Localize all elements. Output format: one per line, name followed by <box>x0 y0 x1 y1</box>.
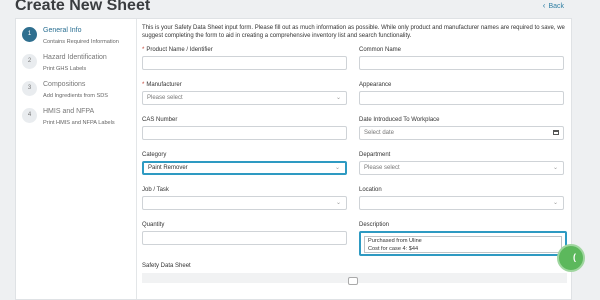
department-select[interactable]: Please select ⌄ <box>359 161 564 175</box>
step-title: Hazard Identification <box>43 54 107 61</box>
chat-icon: ( <box>573 252 576 262</box>
chat-button[interactable] <box>557 244 585 272</box>
department-label: Department <box>359 152 391 158</box>
date-introduced-label: Date Introduced To Workplace <box>359 117 440 123</box>
safety-data-sheet-label: Safety Data Sheet <box>142 263 191 269</box>
chevron-down-icon: ⌄ <box>552 200 558 206</box>
category-label: Category <box>142 152 167 158</box>
category-field: Category Paint Remover ⌄ <box>142 152 347 175</box>
step-subtitle: Contains Required Information <box>43 39 119 45</box>
chevron-down-icon: ⌄ <box>334 165 340 171</box>
product-name-input[interactable] <box>142 56 347 70</box>
job-task-field: Job / Task ⌄ <box>142 187 347 210</box>
department-field: Department Please select ⌄ <box>359 152 564 175</box>
step-title: Compositions <box>43 81 86 88</box>
cas-number-input[interactable] <box>142 126 347 140</box>
step-number: 1 <box>22 27 37 42</box>
category-select[interactable]: Paint Remover ⌄ <box>142 161 347 175</box>
step-compositions[interactable]: 3 Compositions Add Ingredients from SDS <box>22 81 134 105</box>
page-title: Create New Sheet <box>15 0 151 14</box>
calendar-icon[interactable] <box>553 130 559 135</box>
step-number: 3 <box>22 81 37 96</box>
step-hazard-identification[interactable]: 2 Hazard Identification Print GHS Labels <box>22 54 134 78</box>
description-line-2: Cost for case 4: $44 <box>368 245 419 252</box>
form-card: 1 General Info Contains Required Informa… <box>15 18 585 300</box>
step-subtitle: Print HMIS and NFPA Labels <box>43 120 115 126</box>
manufacturer-placeholder: Please select <box>147 95 183 101</box>
step-number: 2 <box>22 54 37 69</box>
location-select[interactable]: ⌄ <box>359 196 564 210</box>
step-subtitle: Add Ingredients from SDS <box>43 93 108 99</box>
date-introduced-field: Date Introduced To Workplace Select date <box>359 117 564 140</box>
step-hmis-nfpa[interactable]: 4 HMIS and NFPA Print HMIS and NFPA Labe… <box>22 108 134 132</box>
step-general-info[interactable]: 1 General Info Contains Required Informa… <box>22 27 134 51</box>
quantity-input[interactable] <box>142 231 347 245</box>
quantity-field: Quantity <box>142 222 347 245</box>
common-name-input[interactable] <box>359 56 564 70</box>
cas-number-field: CAS Number <box>142 117 347 140</box>
common-name-field: Common Name <box>359 47 564 70</box>
job-task-select[interactable]: ⌄ <box>142 196 347 210</box>
manufacturer-field: * Manufacturer Please select ⌄ <box>142 82 347 105</box>
sds-form: This is your Safety Data Sheet input for… <box>142 19 567 299</box>
job-task-label: Job / Task <box>142 187 169 193</box>
steps-sidebar: 1 General Info Contains Required Informa… <box>16 19 137 299</box>
common-name-label: Common Name <box>359 47 402 53</box>
back-link[interactable]: ‹ Back <box>543 1 564 10</box>
chevron-down-icon: ⌄ <box>335 95 341 101</box>
upload-handle[interactable] <box>348 277 358 285</box>
product-name-label: Product Name / Identifier <box>146 47 213 53</box>
appearance-field: Appearance <box>359 82 564 105</box>
chevron-down-icon: ⌄ <box>335 200 341 206</box>
location-label: Location <box>359 187 382 193</box>
step-title: HMIS and NFPA <box>43 108 95 115</box>
location-field: Location ⌄ <box>359 187 564 210</box>
appearance-input[interactable] <box>359 91 564 105</box>
step-number: 4 <box>22 108 37 123</box>
description-label: Description <box>359 222 390 228</box>
description-line-1: Purchased from Uline <box>368 238 422 244</box>
back-label: Back <box>548 3 564 10</box>
manufacturer-label: Manufacturer <box>146 82 182 88</box>
chevron-left-icon: ‹ <box>542 1 546 10</box>
category-value: Paint Remover <box>148 165 188 171</box>
description-field: Description Purchased from Uline Cost fo… <box>359 222 567 256</box>
product-name-field: * Product Name / Identifier <box>142 47 347 70</box>
form-intro: This is your Safety Data Sheet input for… <box>142 25 565 39</box>
date-placeholder: Select date <box>364 130 395 136</box>
manufacturer-select[interactable]: Please select ⌄ <box>142 91 347 105</box>
step-subtitle: Print GHS Labels <box>43 66 87 72</box>
cas-number-label: CAS Number <box>142 117 178 123</box>
step-title: General Info <box>43 27 82 34</box>
chevron-down-icon: ⌄ <box>552 165 558 171</box>
appearance-label: Appearance <box>359 82 392 88</box>
department-placeholder: Please select <box>364 165 400 171</box>
description-textarea[interactable]: Purchased from Uline Cost for case 4: $4… <box>359 231 567 256</box>
date-introduced-input[interactable]: Select date <box>359 126 564 140</box>
quantity-label: Quantity <box>142 222 165 228</box>
safety-data-sheet-field: Safety Data Sheet <box>142 263 347 272</box>
